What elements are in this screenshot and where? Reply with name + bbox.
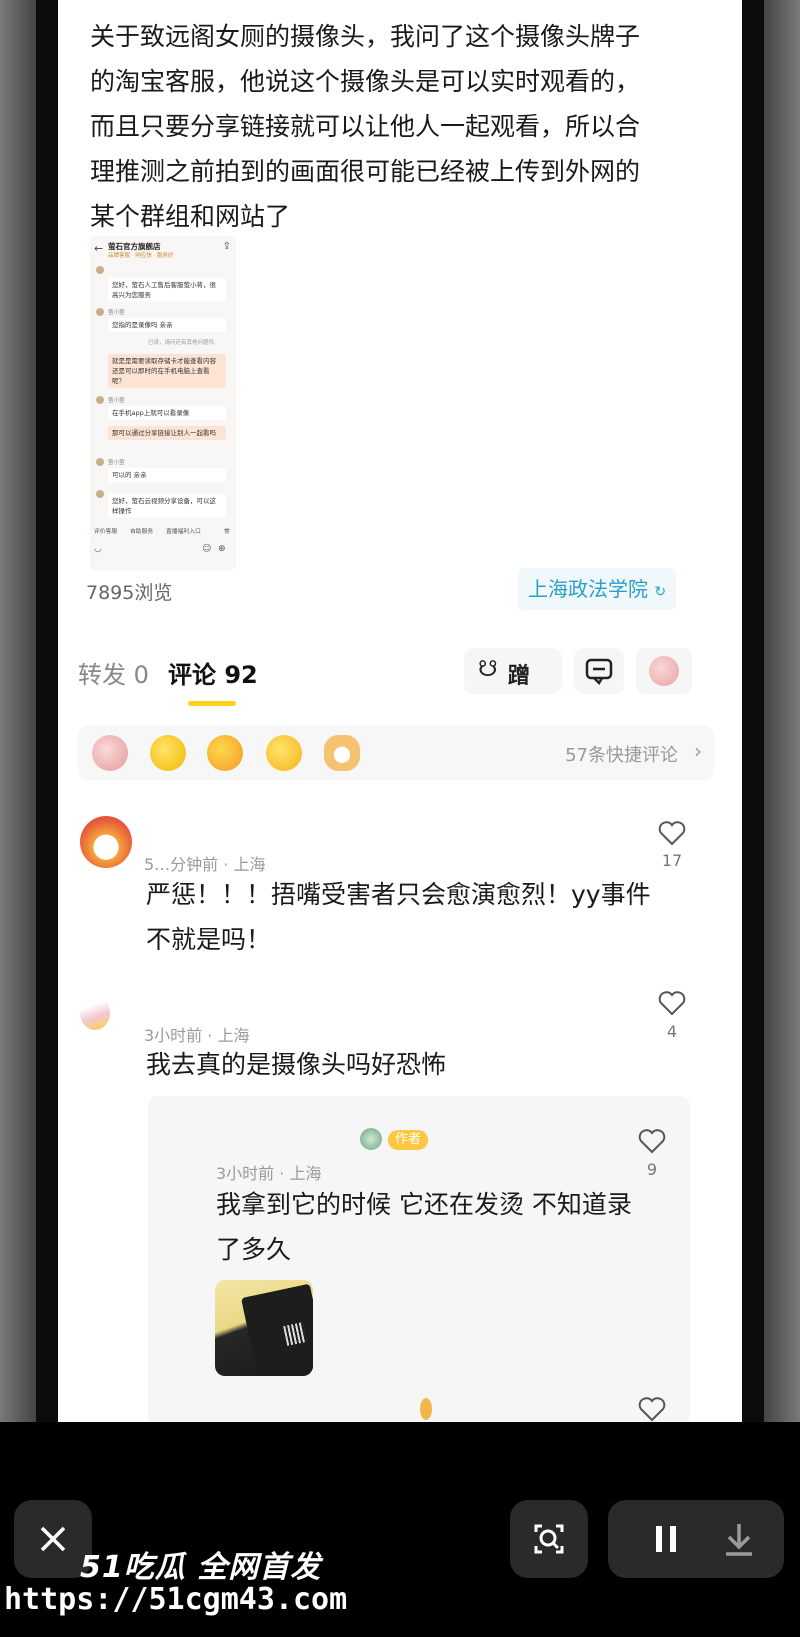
location-tag[interactable]: 上海政法学院 ↻ xyxy=(518,568,677,610)
user-avatar xyxy=(649,656,679,686)
user-message: 那可以通过分享链接让别人一起看吗 xyxy=(108,426,226,440)
commenter-avatar[interactable] xyxy=(80,816,132,868)
quick-emoji[interactable] xyxy=(92,735,128,771)
left-frame xyxy=(0,0,36,1490)
chat-header: ← 萤石官方旗舰店 品牌客服 · 响应快 · 服务好 ⇪ xyxy=(90,236,236,262)
tab-comment[interactable]: 评论 92 xyxy=(168,655,258,690)
chat-input-bar: ◡ ☺ ⊕ xyxy=(90,542,236,570)
chat-screenshot-image[interactable]: ← 萤石官方旗舰店 品牌客服 · 响应快 · 服务好 ⇪ 您好，萤石人工售后客服… xyxy=(90,236,236,570)
post-line: 而且只要分享链接就可以让他人一起观看，所以合 xyxy=(90,112,641,141)
chat-message: 在手机app上就可以看录像 xyxy=(108,406,226,420)
commenter-avatar[interactable] xyxy=(420,1398,432,1420)
chevron-right-icon: › xyxy=(694,739,702,763)
right-border xyxy=(742,0,764,1490)
agent-avatar xyxy=(96,308,104,316)
agent-avatar xyxy=(96,490,104,498)
chat-message: 可以的 亲亲 xyxy=(108,468,226,482)
chat-message: 您指的是录像吗 亲亲 xyxy=(108,318,226,332)
post-line: 某个群组和网站了 xyxy=(90,202,291,231)
agent-avatar xyxy=(96,396,104,404)
reply-line: 了多久 xyxy=(216,1235,292,1264)
back-arrow-icon: ← xyxy=(94,242,104,255)
voice-icon: ◡ xyxy=(94,544,102,554)
quick-bar-item: 常 xyxy=(224,529,230,535)
emoji-icon: ☺ xyxy=(202,544,212,554)
chat-message: 您好，萤石人工售后客服萤小蒋，很高兴为您服务 xyxy=(108,278,226,302)
heart-icon[interactable] xyxy=(658,990,686,1016)
lens-search-button[interactable] xyxy=(510,1500,588,1578)
lens-search-icon xyxy=(534,1524,564,1554)
quick-emoji[interactable] xyxy=(150,735,186,771)
like-count: 4 xyxy=(666,1022,678,1041)
comment-line: 我去真的是摄像头吗好恐怖 xyxy=(146,1050,447,1079)
post-line: 的淘宝客服，他说这个摄像头是可以实时观看的， xyxy=(90,67,641,96)
reply-line: 我拿到它的时候 它还在发烫 不知道录 xyxy=(216,1190,632,1219)
watermark-url: https://51cgm43.com xyxy=(4,1582,348,1617)
comment-line: 严惩！！！捂嘴受害者只会愈演愈烈！yy事件 xyxy=(146,880,651,909)
view-count: 7895浏览 xyxy=(86,582,173,604)
comment-icon xyxy=(585,658,613,686)
heart-icon[interactable] xyxy=(638,1396,666,1422)
watermark-brand: 51吃瓜 全网首发 xyxy=(80,1550,322,1585)
like-count: 17 xyxy=(661,851,683,870)
reply-photo[interactable] xyxy=(215,1280,313,1376)
commenter-avatar[interactable] xyxy=(80,996,110,1030)
like-count: 9 xyxy=(646,1160,658,1179)
comment-line: 不就是吗！ xyxy=(146,925,272,954)
pause-icon[interactable] xyxy=(632,1500,702,1578)
download-icon[interactable] xyxy=(704,1500,774,1578)
comment-text: 我去真的是摄像头吗好恐怖 xyxy=(146,1042,446,1087)
like-avatar-button[interactable] xyxy=(636,648,692,694)
ceng-button[interactable]: ☋ 蹭 xyxy=(464,648,562,694)
post-line: 理推测之前拍到的画面很可能已经被上传到外网的 xyxy=(90,157,641,186)
playback-controls xyxy=(608,1500,784,1578)
agent-avatar xyxy=(96,266,104,274)
quick-bar-item: 自助服务 xyxy=(130,529,154,535)
ceng-label: 蹭 xyxy=(508,664,531,689)
plus-icon: ⊕ xyxy=(218,544,226,554)
quick-bar-item: 评价客服 xyxy=(94,529,118,535)
heart-icon[interactable] xyxy=(638,1128,666,1154)
left-border xyxy=(36,0,58,1490)
agent-name: 萤小萤 xyxy=(108,460,125,466)
tab-forward[interactable]: 转发 0 xyxy=(78,655,149,690)
agent-name: 萤小萤 xyxy=(108,310,125,316)
post-sheet: 关于致远阁女厕的摄像头，我问了这个摄像头牌子 的淘宝客服，他说这个摄像头是可以实… xyxy=(58,0,742,1490)
reply-meta: 3小时前 · 上海 xyxy=(216,1164,322,1183)
qr-code xyxy=(283,1322,307,1346)
post-line: 关于致远阁女厕的摄像头，我问了这个摄像头牌子 xyxy=(90,22,641,51)
agent-avatar xyxy=(96,458,104,466)
heart-icon[interactable] xyxy=(658,820,686,846)
quick-bar-item: 直播福利入口 xyxy=(166,529,201,535)
quick-emoji[interactable] xyxy=(207,735,243,771)
comment-button[interactable] xyxy=(574,648,624,694)
quick-emoji[interactable] xyxy=(324,735,360,771)
comment-text: 严惩！！！捂嘴受害者只会愈演愈烈！yy事件 不就是吗！ xyxy=(146,872,651,962)
share-icon: ⇪ xyxy=(222,241,231,252)
quick-emoji[interactable] xyxy=(266,735,302,771)
read-note: 已读，请问还有其他问题吗 xyxy=(148,340,215,346)
author-avatar[interactable] xyxy=(360,1128,382,1150)
user-message: 就是是需要读取存储卡才能查看内容还是可以即时的在手机电脑上查看呢？ xyxy=(108,354,226,388)
ceng-icon: ☋ xyxy=(478,657,498,682)
quick-comment-bar[interactable]: 57条快捷评论 › xyxy=(78,726,714,780)
refresh-icon: ↻ xyxy=(654,584,667,600)
chat-message: 您好，萤石云视频分享设备，可以这样操作 xyxy=(108,494,226,518)
quick-comment-count: 57条快捷评论 xyxy=(565,745,678,766)
agent-name: 萤小萤 xyxy=(108,398,125,404)
right-frame xyxy=(764,0,800,1490)
reply-text: 我拿到它的时候 它还在发烫 不知道录 了多久 xyxy=(216,1182,632,1272)
author-badge: 作者 xyxy=(388,1130,429,1150)
post-text: 关于致远阁女厕的摄像头，我问了这个摄像头牌子 的淘宝客服，他说这个摄像头是可以实… xyxy=(90,14,710,239)
location-label: 上海政法学院 xyxy=(528,577,648,601)
shop-subtitle: 品牌客服 · 响应快 · 服务好 xyxy=(108,253,174,259)
active-tab-indicator xyxy=(188,701,236,706)
